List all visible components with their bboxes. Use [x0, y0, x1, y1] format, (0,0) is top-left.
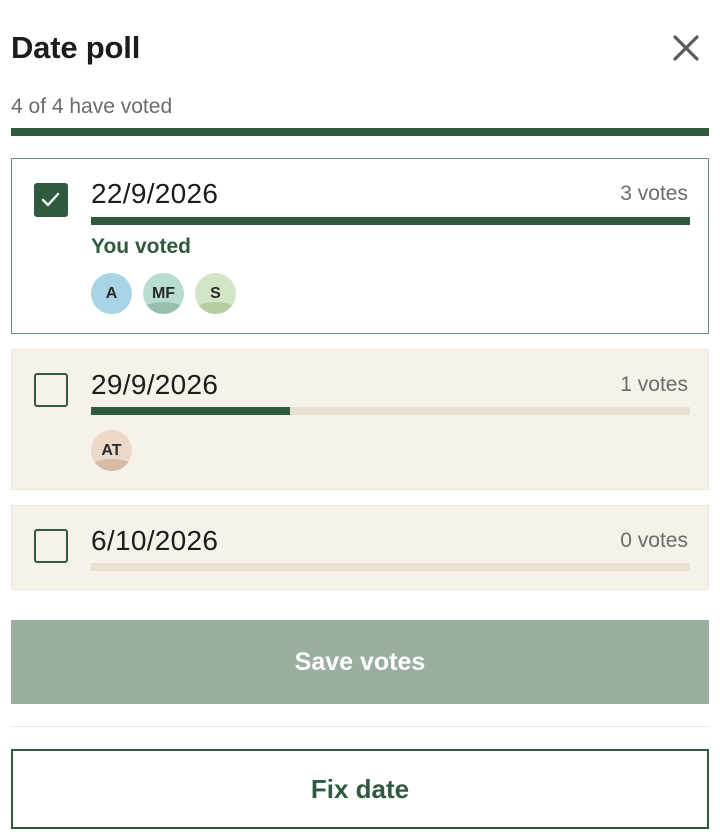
option-progress-track — [91, 217, 690, 225]
close-icon — [673, 35, 699, 61]
checkmark-icon — [41, 192, 60, 207]
avatar: A — [91, 273, 132, 314]
avatar-initials: AT — [101, 441, 122, 459]
avatar-shading — [143, 302, 184, 314]
page-title: Date poll — [11, 30, 141, 65]
overall-progress-track — [11, 128, 709, 136]
option-progress-fill — [91, 407, 291, 415]
option-date: 22/9/2026 — [91, 178, 219, 209]
option-date: 29/9/2026 — [91, 369, 219, 400]
avatar-shading — [91, 459, 132, 471]
poll-option-3[interactable]: 6/10/2026 0 votes — [11, 505, 709, 590]
overall-progress-fill — [11, 128, 709, 136]
option-vote-count: 0 votes — [620, 529, 688, 552]
voter-avatars: A MF S — [91, 273, 236, 314]
option-progress-track — [91, 407, 690, 415]
voter-avatars: AT — [91, 430, 132, 471]
avatar-initials: A — [105, 284, 118, 302]
poll-option-1[interactable]: 22/9/2026 3 votes You voted A MF S — [11, 158, 709, 334]
avatar: MF — [143, 273, 184, 314]
option-checkbox-2[interactable] — [34, 373, 68, 407]
option-vote-count: 3 votes — [620, 182, 688, 205]
close-button[interactable] — [668, 30, 704, 66]
option-date: 6/10/2026 — [91, 525, 219, 556]
avatar-initials: MF — [151, 284, 176, 302]
option-progress-track — [91, 563, 690, 571]
avatar-shading — [195, 302, 236, 314]
option-progress-fill — [91, 217, 690, 225]
poll-option-2[interactable]: 29/9/2026 1 votes AT — [11, 349, 709, 490]
avatar: S — [195, 273, 236, 314]
save-votes-button[interactable]: Save votes — [11, 620, 709, 704]
fix-date-button[interactable]: Fix date — [11, 749, 709, 829]
voted-count: 4 of 4 have voted — [11, 95, 173, 118]
you-voted-label: You voted — [91, 235, 191, 258]
avatar-initials: S — [210, 284, 221, 302]
poll-header: Date poll — [0, 0, 720, 100]
option-checkbox-1[interactable] — [34, 183, 68, 217]
avatar-shading — [91, 302, 132, 314]
option-vote-count: 1 votes — [620, 373, 688, 396]
option-checkbox-3[interactable] — [34, 529, 68, 563]
avatar: AT — [91, 430, 132, 471]
divider — [11, 726, 709, 727]
